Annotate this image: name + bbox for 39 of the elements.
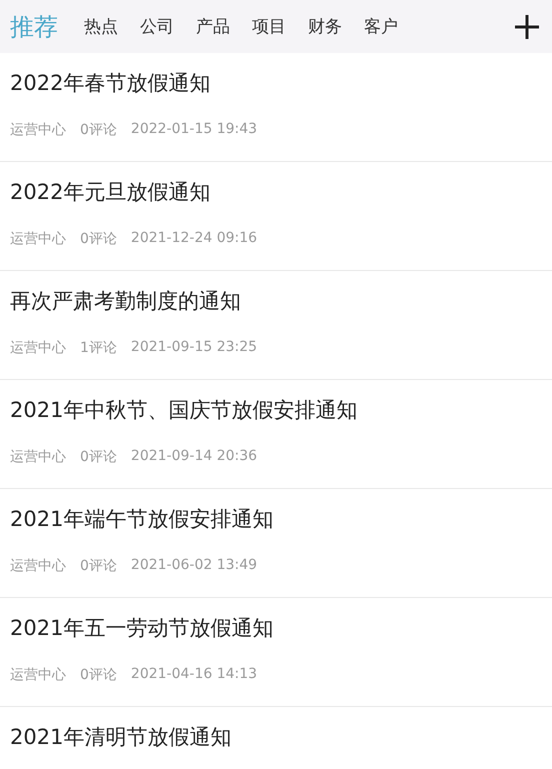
article-title: 再次严肃考勤制度的通知 bbox=[10, 288, 242, 315]
article-item[interactable]: 2022年元旦放假通知 运营中心 0评论 2021-12-24 09:16 bbox=[0, 162, 552, 271]
article-source: 运营中心 bbox=[10, 448, 66, 466]
article-item[interactable]: 2021年端午节放假安排通知 运营中心 0评论 2021-06-02 13:49 bbox=[0, 489, 552, 598]
article-item[interactable]: 2022年春节放假通知 运营中心 0评论 2022-01-15 19:43 bbox=[0, 53, 552, 162]
article-time: 2021-06-02 13:49 bbox=[130, 557, 258, 575]
comment-count: 0评论 bbox=[80, 448, 117, 466]
comment-count: 0评论 bbox=[80, 557, 117, 575]
article-item[interactable]: 2021年清明节放假通知 bbox=[0, 707, 552, 769]
article-time: 2021-04-16 14:13 bbox=[130, 666, 258, 684]
article-title: 2021年中秋节、国庆节放假安排通知 bbox=[10, 397, 358, 424]
category-tab[interactable]: 热点 bbox=[84, 15, 118, 38]
plus-icon bbox=[513, 12, 541, 40]
article-time: 2022-01-15 19:43 bbox=[130, 121, 258, 139]
category-tab[interactable]: 产品 bbox=[196, 15, 230, 38]
article-source: 运营中心 bbox=[10, 557, 66, 575]
article-title: 2021年五一劳动节放假通知 bbox=[10, 615, 274, 642]
article-title: 2021年清明节放假通知 bbox=[10, 724, 232, 751]
article-source: 运营中心 bbox=[10, 230, 66, 248]
article-item[interactable]: 再次严肃考勤制度的通知 运营中心 1评论 2021-09-15 23:25 bbox=[0, 271, 552, 380]
comment-count: 0评论 bbox=[80, 666, 117, 684]
article-title: 2022年元旦放假通知 bbox=[10, 179, 212, 206]
comment-count: 1评论 bbox=[80, 339, 117, 357]
article-source: 运营中心 bbox=[10, 121, 66, 139]
category-tab[interactable]: 财务 bbox=[308, 15, 342, 38]
article-time: 2021-09-14 20:36 bbox=[130, 448, 258, 466]
category-tab[interactable]: 项目 bbox=[252, 15, 286, 38]
category-tab[interactable]: 客户 bbox=[364, 15, 398, 38]
comment-count: 0评论 bbox=[80, 230, 117, 248]
article-title: 2021年端午节放假安排通知 bbox=[10, 506, 274, 533]
article-source: 运营中心 bbox=[10, 339, 66, 357]
article-time: 2021-09-15 23:25 bbox=[130, 339, 258, 357]
article-title: 2022年春节放假通知 bbox=[10, 70, 212, 97]
category-tab[interactable]: 公司 bbox=[140, 15, 174, 38]
comment-count: 0评论 bbox=[80, 121, 117, 139]
article-time: 2021-12-24 09:16 bbox=[130, 230, 258, 248]
article-source: 运营中心 bbox=[10, 666, 66, 684]
article-item[interactable]: 2021年中秋节、国庆节放假安排通知 运营中心 0评论 2021-09-14 20:36 bbox=[0, 380, 552, 489]
article-item[interactable]: 2021年五一劳动节放假通知 运营中心 0评论 2021-04-16 14:13 bbox=[0, 598, 552, 707]
